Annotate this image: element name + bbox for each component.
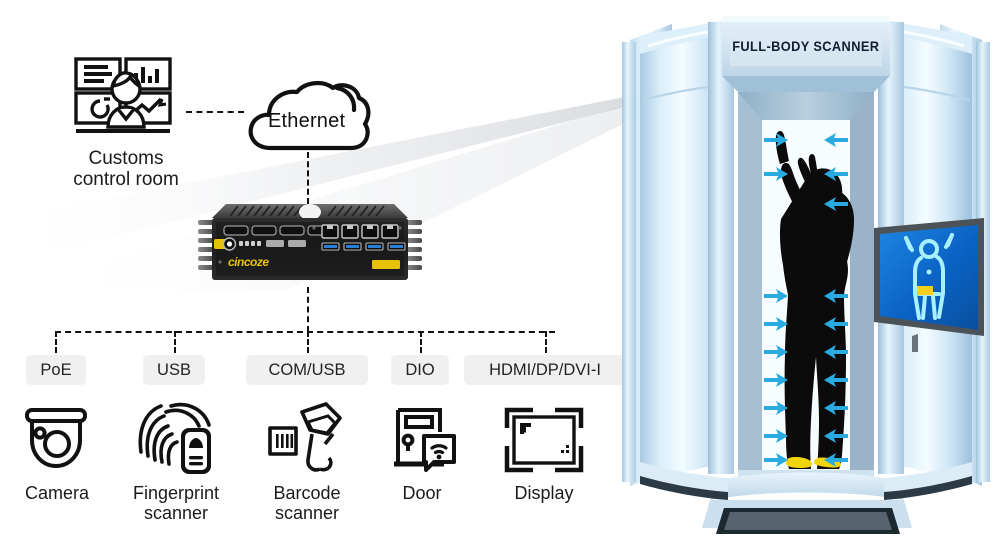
full-body-scanner-booth: FULL-BODY SCANNER [612,0,1000,550]
link-controlroom-cloud [186,111,244,113]
scanner-sign-text-svg: FULL-BODY SCANNER [732,39,879,54]
port-chip-dio[interactable]: DIO [391,355,449,385]
display-icon [504,407,584,473]
barcode-scanner-icon [268,402,342,472]
device-label-display: Display [514,483,574,503]
control-room-monitors-icon [74,57,172,133]
door-access-icon [394,408,456,472]
port-chip-poe[interactable]: PoE [26,355,86,385]
cloud-label: Ethernet [268,110,346,132]
port-chip-com-usb[interactable]: COM/USB [246,355,368,385]
scan-result-monitor [874,218,984,336]
diagram-canvas: Customs control room Ethernet cincoze Po… [0,0,1000,550]
branch-com-usb [307,331,309,353]
threat-marker [917,286,933,295]
port-chip-hdmi[interactable]: HDMI/DP/DVI-I [464,355,626,385]
device-brand-text: cincoze [228,255,269,269]
link-computer-bus [307,287,309,332]
dome-camera-icon [25,408,87,469]
device-label-barcode: Barcode scanner [273,483,341,523]
control-room-label: Customs control room [73,148,179,190]
branch-usb [174,331,176,353]
link-cloud-computer [307,152,309,204]
device-label-door: Door [402,483,442,503]
port-chip-usb[interactable]: USB [143,355,205,385]
port-bus-line [55,331,555,333]
branch-poe [55,331,57,353]
branch-dio [420,331,422,353]
branch-hdmi [545,331,547,353]
device-label-camera: Camera [24,483,90,503]
device-label-fingerprint: Fingerprint scanner [132,483,220,523]
embedded-computer-icon: cincoze [198,204,422,280]
fingerprint-scanner-icon [138,402,211,474]
